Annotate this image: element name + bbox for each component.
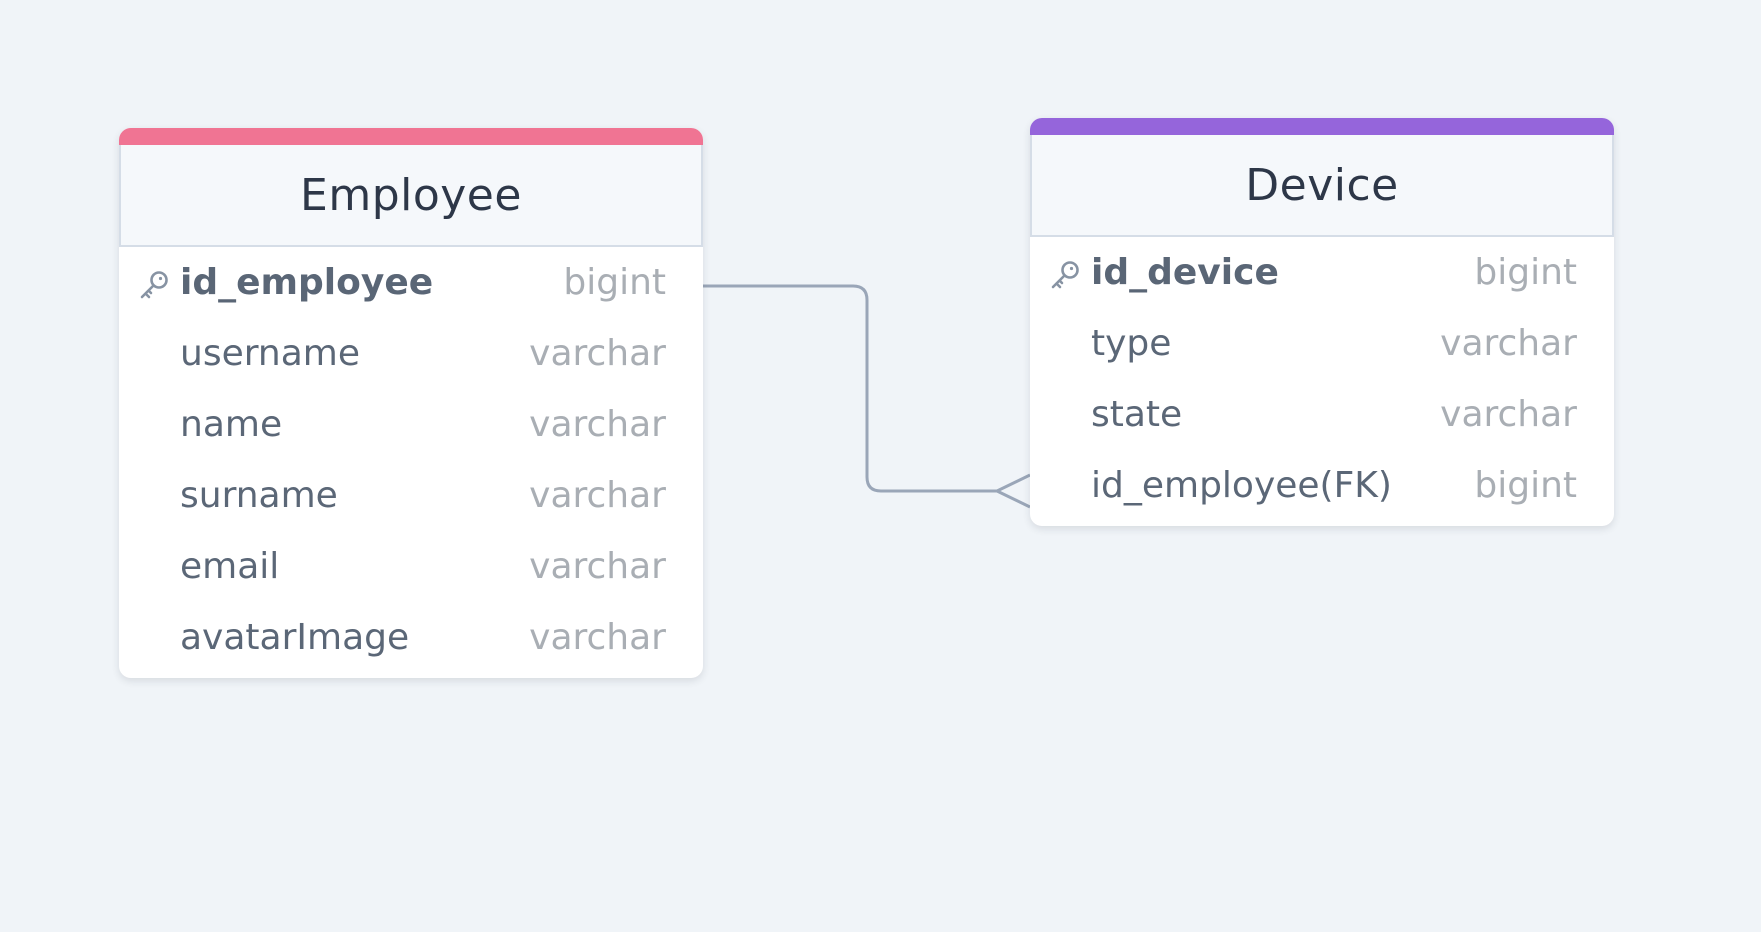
employee-table[interactable]: Employee id_employee bigint username var… (119, 128, 703, 678)
employee-column-surname[interactable]: surname varchar (119, 460, 703, 531)
column-type: varchar (1440, 323, 1577, 364)
column-type: bigint (563, 262, 666, 303)
device-column-state[interactable]: state varchar (1030, 379, 1614, 450)
column-name: type (1091, 323, 1172, 364)
device-column-list: id_device bigint type varchar state varc… (1030, 237, 1614, 521)
column-type: varchar (1440, 394, 1577, 435)
column-name: id_device (1091, 252, 1279, 293)
column-name: id_employee (180, 262, 434, 303)
employee-column-id-employee[interactable]: id_employee bigint (119, 247, 703, 318)
column-name: state (1091, 394, 1183, 435)
employee-table-title: Employee (300, 169, 522, 221)
employee-column-username[interactable]: username varchar (119, 318, 703, 389)
column-type: bigint (1474, 465, 1577, 506)
employee-column-list: id_employee bigint username varchar name… (119, 247, 703, 673)
device-table[interactable]: Device id_device bigint type varchar sta… (1030, 118, 1614, 526)
device-column-id-employee-fk[interactable]: id_employee(FK) bigint (1030, 450, 1614, 521)
employee-column-name[interactable]: name varchar (119, 389, 703, 460)
device-column-id-device[interactable]: id_device bigint (1030, 237, 1614, 308)
device-table-title: Device (1245, 159, 1399, 211)
column-type: varchar (529, 404, 666, 445)
device-table-header[interactable]: Device (1030, 135, 1614, 237)
employee-column-email[interactable]: email varchar (119, 531, 703, 602)
column-name: id_employee(FK) (1091, 465, 1392, 506)
column-name: email (180, 546, 280, 587)
column-type: varchar (529, 333, 666, 374)
employee-table-header[interactable]: Employee (119, 145, 703, 247)
column-type: varchar (529, 475, 666, 516)
key-icon (140, 271, 168, 299)
column-name: surname (180, 475, 338, 516)
crows-foot-many-marker (995, 473, 1031, 509)
key-icon (1051, 261, 1079, 289)
column-name: name (180, 404, 283, 445)
device-table-accent-bar (1030, 118, 1614, 135)
relationship-line[interactable] (703, 284, 997, 493)
employee-column-avatarimage[interactable]: avatarImage varchar (119, 602, 703, 673)
column-type: varchar (529, 546, 666, 587)
column-name: username (180, 333, 360, 374)
column-type: bigint (1474, 252, 1577, 293)
column-name: avatarImage (180, 617, 410, 658)
column-type: varchar (529, 617, 666, 658)
employee-table-accent-bar (119, 128, 703, 145)
device-column-type[interactable]: type varchar (1030, 308, 1614, 379)
